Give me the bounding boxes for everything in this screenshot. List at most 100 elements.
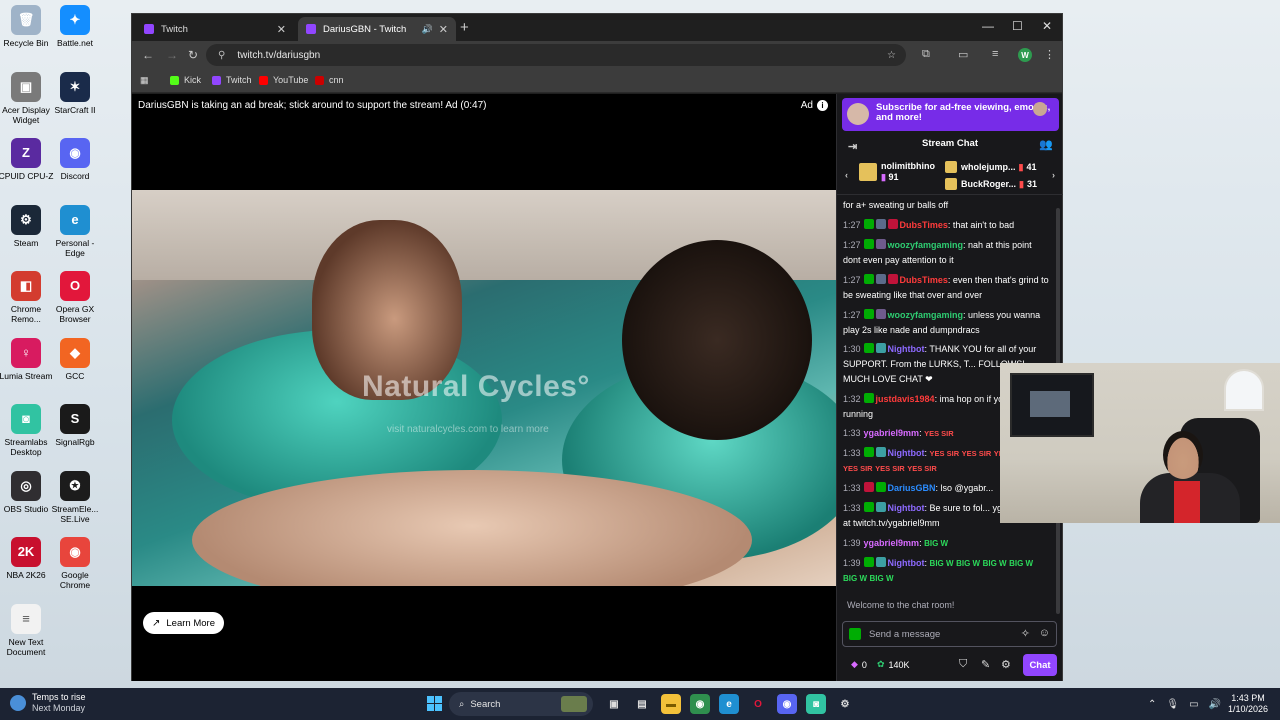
opera-gx-taskbar-icon[interactable]: O <box>748 694 768 714</box>
prime-badge-icon <box>887 274 898 284</box>
clock[interactable]: 1:43 PM 1/10/2026 <box>1228 693 1268 715</box>
taskbar-search[interactable]: ⌕ Search <box>449 692 593 716</box>
message-user[interactable]: DubsTimes <box>900 220 948 230</box>
bookmark-cnn[interactable]: cnn <box>315 75 344 85</box>
task-view-icon[interactable]: ▣ <box>604 694 624 714</box>
next-arrow-icon[interactable]: › <box>1052 170 1055 180</box>
big-w-emote: BIG W <box>929 559 954 569</box>
video-player[interactable]: DariusGBN is taking an ad break; stick a… <box>132 94 836 681</box>
desktop-icon-signalrgb[interactable]: S SignalRgb <box>46 404 104 447</box>
desktop-icon-label: StarCraft II <box>54 104 96 115</box>
prev-arrow-icon[interactable]: ‹ <box>845 170 848 180</box>
yes-sir-emote: YES SIR <box>907 463 937 473</box>
speaker-icon[interactable]: 🔊 <box>422 24 433 35</box>
big-w-emote: BIG W <box>924 539 949 549</box>
address-bar[interactable]: ⚲ twitch.tv/dariusgbn ☆ <box>206 44 906 66</box>
message-user[interactable]: Nightbot <box>888 448 925 458</box>
info-icon[interactable]: i <box>817 100 828 111</box>
settings-gear-icon[interactable]: ⚙ <box>1001 658 1011 671</box>
message-user[interactable]: ygabriel9mm <box>864 428 920 438</box>
streamlabs-taskbar-icon[interactable]: ◙ <box>806 694 826 714</box>
message-user[interactable]: Nightbot <box>888 558 925 568</box>
message-user[interactable]: Nightbot <box>888 503 925 513</box>
weather-widget[interactable]: Temps to rise Next Monday <box>10 692 86 714</box>
extensions-icon[interactable]: ⧉ <box>922 48 930 61</box>
gifter[interactable]: wholejump... ▮ 41 <box>945 161 1036 173</box>
volume-icon[interactable]: 🔊 <box>1209 699 1221 710</box>
verified-badge-icon <box>863 557 874 567</box>
message-user[interactable]: woozyfamgaming <box>888 240 964 250</box>
chat-input[interactable]: Send a message ✧ ☺ <box>842 621 1057 647</box>
desktop-icon-personal-edge[interactable]: e Personal - Edge <box>46 204 104 258</box>
collapse-chat-icon[interactable]: ⇥ <box>848 140 857 153</box>
message-user[interactable]: DubsTimes <box>900 275 948 285</box>
message-text: : that ain't to bad <box>947 220 1015 230</box>
pen-icon[interactable]: ✎ <box>981 658 990 671</box>
chat-send-button[interactable]: Chat <box>1023 654 1057 676</box>
reload-icon[interactable]: ↻ <box>188 48 198 62</box>
back-icon[interactable]: ← <box>142 48 154 62</box>
message-time: 1:27 <box>843 275 861 285</box>
yes-sir-emote: YES SIR <box>875 463 905 473</box>
bookmark-kick[interactable]: Kick <box>170 75 201 85</box>
minimize-button[interactable]: — <box>982 19 994 33</box>
start-button[interactable] <box>427 696 442 711</box>
desktop-icon-new-text-document[interactable]: ≡ New Text Document <box>0 603 55 657</box>
widgets-icon[interactable]: ▤ <box>632 694 652 714</box>
message-user[interactable]: Nightbot <box>888 344 925 354</box>
discord-taskbar-icon[interactable]: ◉ <box>777 694 797 714</box>
desktop-icon-label: GCC <box>65 370 85 381</box>
microphone-icon[interactable]: 🎙 <box>1166 699 1179 710</box>
close-window-button[interactable]: ✕ <box>1042 19 1052 33</box>
learn-more-button[interactable]: ↗ Learn More <box>143 612 224 634</box>
users-icon[interactable]: 👥 <box>1039 138 1053 151</box>
shield-icon[interactable]: ⛉ <box>959 658 967 671</box>
person-head <box>1163 431 1203 479</box>
ad-badge[interactable]: Ad i <box>801 100 828 111</box>
settings-taskbar-icon[interactable]: ⚙ <box>835 694 855 714</box>
desktop-icon-opera-gx-browser[interactable]: O Opera GX Browser <box>46 271 104 324</box>
desktop-icon-discord[interactable]: ◉ Discord <box>46 138 104 181</box>
profile-avatar[interactable]: W <box>1018 48 1032 62</box>
display-icon[interactable]: ▭ <box>1189 699 1198 710</box>
site-info-icon[interactable]: ⚲ <box>218 50 225 61</box>
gifter[interactable]: BuckRoger... ▮ 31 <box>945 178 1037 190</box>
apps-icon[interactable]: ▦ <box>140 75 149 86</box>
desktop-icon-google-chrome[interactable]: ◉ Google Chrome <box>46 537 104 590</box>
new-tab-button[interactable]: + <box>460 19 469 36</box>
tab-twitch[interactable]: Twitch ✕ <box>136 17 294 41</box>
bookmark-twitch[interactable]: Twitch <box>212 75 252 85</box>
bits-icon[interactable]: ✧ <box>1021 627 1030 640</box>
badge-icon[interactable] <box>849 628 861 640</box>
forward-icon[interactable]: → <box>166 48 178 62</box>
verified-badge-icon <box>863 309 874 319</box>
message-user[interactable]: woozyfamgaming <box>888 310 964 320</box>
gift-icon <box>945 161 957 173</box>
top-gifter[interactable]: nolimitbhino ▮ 91 <box>859 161 935 183</box>
media-icon[interactable]: ≡ <box>992 48 998 60</box>
desktop-icon-battle-net[interactable]: ✦ Battle.net <box>46 5 104 48</box>
edge-taskbar-icon[interactable]: e <box>719 694 739 714</box>
message-user[interactable]: DariusGBN <box>888 483 936 493</box>
desktop-app-icon: ♀ <box>11 337 41 368</box>
message-user[interactable]: justdavis1984 <box>876 394 935 404</box>
maximize-button[interactable]: ☐ <box>1012 19 1023 33</box>
bookmark-youtube[interactable]: YouTube <box>259 75 308 85</box>
desktop-icon-gcc[interactable]: ◆ GCC <box>46 337 104 381</box>
channel-points[interactable]: ◆ 0 ✿ 140K <box>851 659 910 670</box>
file-explorer-icon[interactable]: ▬ <box>661 694 681 714</box>
close-tab-icon[interactable]: ✕ <box>439 23 448 36</box>
chrome-taskbar-icon[interactable]: ◉ <box>690 694 710 714</box>
desktop-icon-streamele-se-live[interactable]: ✪ StreamEle... SE.Live <box>46 470 104 524</box>
bookmark-star-icon[interactable]: ☆ <box>887 50 896 61</box>
emote-picker-icon[interactable]: ☺ <box>1039 627 1050 639</box>
tray-overflow-icon[interactable]: ⌃ <box>1148 699 1156 710</box>
clock-date: 1/10/2026 <box>1228 704 1269 714</box>
cast-icon[interactable]: ▭ <box>958 48 968 61</box>
desktop-icon-starcraft-ii[interactable]: ✶ StarCraft II <box>46 71 104 115</box>
tab-dariusgbn[interactable]: DariusGBN - Twitch 🔊 ✕ <box>298 17 456 41</box>
subscribe-banner[interactable]: Subscribe for ad-free viewing, emotes, a… <box>842 98 1059 131</box>
menu-icon[interactable]: ⋮ <box>1044 48 1055 61</box>
close-tab-icon[interactable]: ✕ <box>277 23 286 36</box>
message-user[interactable]: ygabriel9mm <box>864 538 920 548</box>
